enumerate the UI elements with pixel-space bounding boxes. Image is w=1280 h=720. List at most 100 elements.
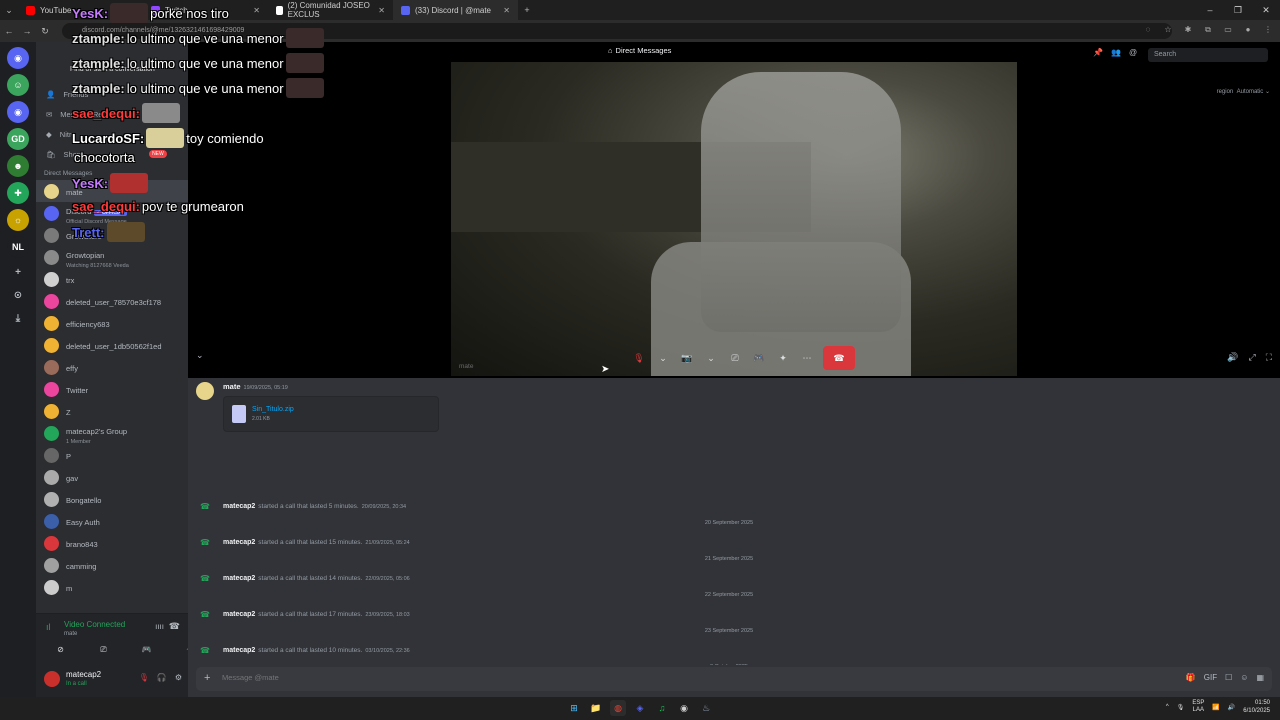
headphones-icon[interactable]: 🎧 bbox=[157, 673, 167, 682]
file-attachment[interactable]: Sin_Titulo.zip 2.01 KB bbox=[223, 396, 439, 432]
browser-tab[interactable]: (2) Comunidad JOSEO EXCLUS ✕ bbox=[268, 0, 393, 20]
file-name-link[interactable]: Sin_Titulo.zip bbox=[252, 406, 294, 413]
dm-item[interactable]: Bongatello bbox=[36, 488, 188, 510]
file-explorer-icon[interactable]: 📁 bbox=[588, 700, 604, 716]
tab-search-icon[interactable]: ⌄ bbox=[0, 5, 18, 16]
avatar[interactable] bbox=[196, 382, 214, 400]
fullscreen-icon[interactable]: ⛶ bbox=[1266, 352, 1272, 363]
keyboard-language[interactable]: ESP LAA bbox=[1192, 700, 1204, 714]
camera-options-chevron-icon[interactable]: ⌄ bbox=[703, 350, 719, 366]
activity-button[interactable]: 🎮 bbox=[128, 642, 165, 658]
dm-nav-friends[interactable]: 👤 Friends bbox=[36, 84, 188, 104]
call-user[interactable]: matecap2 bbox=[223, 611, 255, 618]
call-user[interactable]: matecap2 bbox=[223, 503, 255, 510]
dm-nav-message-requests[interactable]: ✉ Message Requests bbox=[36, 104, 188, 124]
search-input[interactable]: Search bbox=[1148, 48, 1268, 62]
dm-item[interactable]: efficiency683 bbox=[36, 312, 188, 334]
start-icon[interactable]: ⊞ bbox=[566, 700, 582, 716]
server-3-icon[interactable]: GD bbox=[7, 128, 29, 150]
add-server-icon[interactable]: + bbox=[9, 263, 27, 281]
puzzle-icon[interactable]: ⧉ bbox=[1202, 24, 1214, 36]
call-user[interactable]: matecap2 bbox=[223, 539, 255, 546]
add-attachment-icon[interactable]: + bbox=[204, 672, 210, 684]
pin-icon[interactable]: 📌 bbox=[1093, 48, 1103, 57]
minimize-button[interactable]: – bbox=[1196, 0, 1224, 20]
new-tab-button[interactable]: + bbox=[518, 5, 536, 15]
discord-home-icon-icon[interactable]: ◉ bbox=[7, 47, 29, 69]
chrome-icon[interactable]: ◍ bbox=[610, 700, 626, 716]
download-icon[interactable]: ⤓ bbox=[9, 309, 27, 327]
noise-suppression-icon[interactable]: ıııı bbox=[155, 622, 164, 631]
dm-item[interactable]: Easy Auth bbox=[36, 510, 188, 532]
screen-share-button[interactable]: ⎚ bbox=[85, 642, 122, 658]
mic-muted-button[interactable]: 🎙 bbox=[631, 350, 647, 366]
spotify-icon[interactable]: ♫ bbox=[654, 700, 670, 716]
video-feed[interactable]: mate bbox=[451, 62, 1017, 376]
volume-icon[interactable]: 🔊 bbox=[1227, 352, 1238, 363]
settings-gear-icon[interactable]: ⚙ bbox=[175, 673, 182, 682]
dm-item[interactable]: gav bbox=[36, 466, 188, 488]
more-options-icon[interactable]: ⋯ bbox=[799, 350, 815, 366]
dm-item[interactable]: trx bbox=[36, 268, 188, 290]
dm-item[interactable]: P bbox=[36, 444, 188, 466]
dm-nav-shop[interactable]: 🛍 Shop NEW bbox=[36, 144, 188, 164]
tray-volume-icon[interactable]: 🔊 bbox=[1228, 704, 1235, 711]
clock[interactable]: 01:50 6/10/2025 bbox=[1243, 699, 1270, 715]
tray-chevron-icon[interactable]: ^ bbox=[1166, 704, 1169, 710]
sidebar-icon[interactable]: ▭ bbox=[1222, 24, 1234, 36]
apps-icon[interactable]: ▦ bbox=[1256, 673, 1264, 682]
browser-tab[interactable]: YouTube ✕ bbox=[18, 0, 143, 20]
dm-item[interactable]: mate bbox=[36, 180, 188, 202]
collapse-chevron-icon[interactable]: ⌄ bbox=[196, 350, 204, 361]
dm-item[interactable]: effy bbox=[36, 356, 188, 378]
camera-button[interactable]: 📷 bbox=[679, 350, 695, 366]
activities-icon[interactable]: 🎮 bbox=[751, 350, 767, 366]
message-input[interactable] bbox=[222, 673, 1122, 682]
tab-close-icon[interactable]: ✕ bbox=[503, 6, 510, 15]
soundboard-icon[interactable]: ✦ bbox=[775, 350, 791, 366]
call-user[interactable]: matecap2 bbox=[223, 647, 255, 654]
tray-mic-icon[interactable]: 🎙 bbox=[1177, 704, 1185, 711]
gift-icon[interactable]: 🎁 bbox=[1186, 673, 1196, 682]
dm-item[interactable]: Discord ✓ OFFICIAL Official Discord Messag… bbox=[36, 202, 188, 225]
server-2-icon[interactable]: ◉ bbox=[7, 101, 29, 123]
region-selector[interactable]: region Automatic ⌄ bbox=[1217, 88, 1270, 95]
dm-item[interactable]: Z bbox=[36, 400, 188, 422]
browser-tab[interactable]: Twitch ✕ bbox=[143, 0, 268, 20]
server-1-icon[interactable]: ☺ bbox=[7, 74, 29, 96]
dm-item[interactable]: matecap2's Group 1 Member bbox=[36, 422, 188, 445]
server-5-icon[interactable]: ✚ bbox=[7, 182, 29, 204]
dm-item[interactable]: Growtopian Watching 8127668 Veeda bbox=[36, 246, 188, 269]
camera-toggle-button[interactable]: ⊘ bbox=[42, 642, 79, 658]
menu-icon[interactable]: ⋮ bbox=[1262, 24, 1274, 36]
dm-item[interactable]: deleted_user_78570e3cf178 bbox=[36, 290, 188, 312]
add-friends-icon[interactable]: 👥 bbox=[1111, 48, 1121, 57]
gif-icon[interactable]: GIF bbox=[1204, 673, 1217, 682]
dm-item[interactable]: deleted_user_1db50562f1ed bbox=[36, 334, 188, 356]
tab-close-icon[interactable]: ✕ bbox=[128, 6, 135, 15]
popout-icon[interactable]: ⤢ bbox=[1248, 352, 1255, 363]
dm-item[interactable]: m bbox=[36, 576, 188, 598]
screen-share-icon[interactable]: ⎚ bbox=[727, 350, 743, 366]
dm-nav-nitro[interactable]: ◆ Nitro bbox=[36, 124, 188, 144]
server-6-icon[interactable]: ☼ bbox=[7, 209, 29, 231]
dm-item[interactable]: brano843 bbox=[36, 532, 188, 554]
message-author[interactable]: mate bbox=[223, 382, 241, 391]
call-user[interactable]: matecap2 bbox=[223, 575, 255, 582]
end-call-button[interactable]: ☎ bbox=[823, 346, 855, 370]
emoji-icon[interactable]: ☺ bbox=[1240, 673, 1248, 682]
bookmark-star-icon[interactable]: ☆ bbox=[1162, 24, 1174, 36]
dm-item[interactable]: camming bbox=[36, 554, 188, 576]
dm-item[interactable]: GrowStore bbox=[36, 224, 188, 246]
recorder-icon[interactable]: ◉ bbox=[676, 700, 692, 716]
tab-close-icon[interactable]: ✕ bbox=[378, 6, 385, 15]
discover-icon[interactable]: ⊙ bbox=[9, 286, 27, 304]
sticker-icon[interactable]: ☐ bbox=[1225, 673, 1232, 682]
network-icon[interactable]: 📶 bbox=[1212, 704, 1219, 711]
avatar[interactable] bbox=[44, 671, 60, 687]
dm-search-input[interactable]: Find or start a conversation bbox=[42, 66, 182, 78]
tab-close-icon[interactable]: ✕ bbox=[253, 6, 260, 15]
browser-tab[interactable]: (33) Discord | @mate ✕ bbox=[393, 0, 518, 20]
maximize-button[interactable]: ❐ bbox=[1224, 0, 1252, 20]
server-4-icon[interactable]: ☻ bbox=[7, 155, 29, 177]
